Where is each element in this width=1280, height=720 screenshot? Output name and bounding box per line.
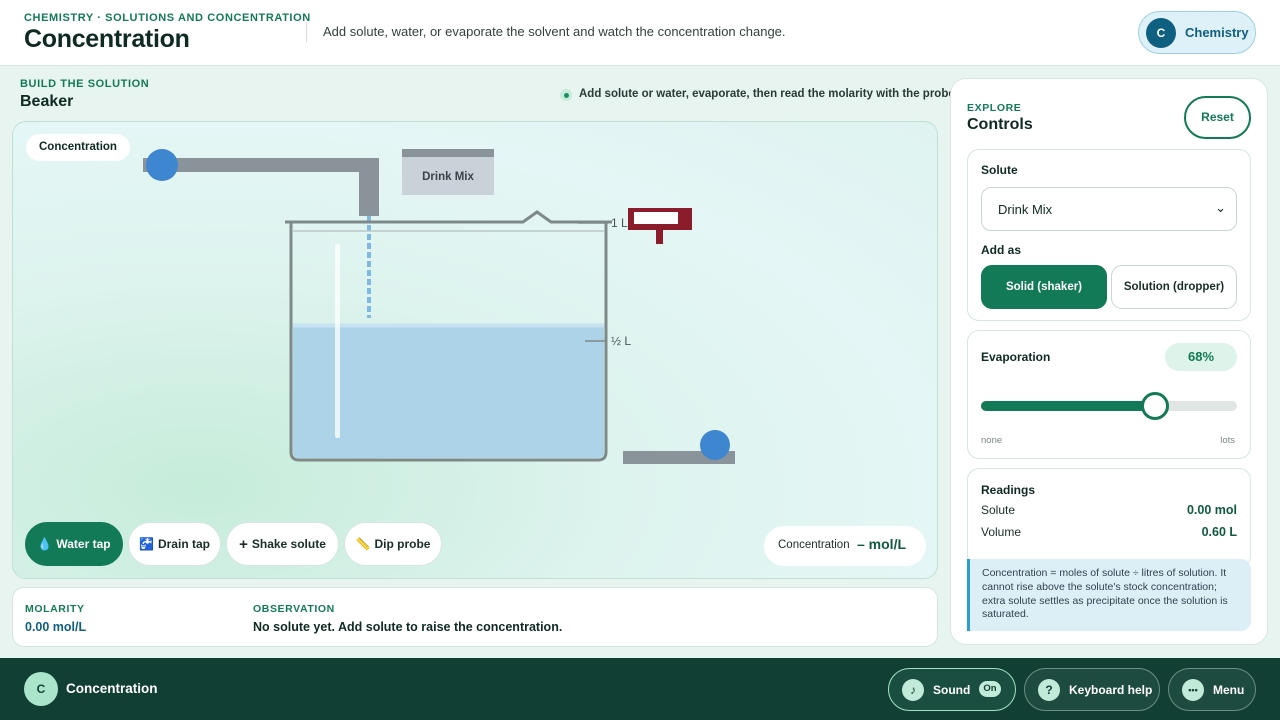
keyboard-help-button[interactable]: ? Keyboard help (1024, 668, 1160, 711)
footer-logo: C (24, 672, 58, 706)
help-icon: ? (1038, 679, 1060, 701)
evaporation-card: Evaporation 68% none lots (967, 330, 1251, 459)
dip-probe-button[interactable]: 📏 Dip probe (344, 522, 442, 566)
evaporation-value-badge: 68% (1165, 343, 1237, 371)
header-divider (306, 22, 307, 42)
observation-value: No solute yet. Add solute to raise the c… (253, 620, 563, 634)
shake-solute-button[interactable]: + Shake solute (226, 522, 339, 566)
keyboard-help-label: Keyboard help (1069, 683, 1153, 697)
simulation-stage[interactable]: Drink Mix 1 L ½ L Concentration 💧 Water … (12, 121, 938, 579)
water-tap-handle[interactable] (146, 149, 178, 181)
add-as-solid-button[interactable]: Solid (shaker) (981, 265, 1107, 309)
solute-shaker-label: Drink Mix (422, 171, 474, 183)
drain-tap-button-label: Drain tap (157, 537, 210, 551)
concentration-note: Concentration = moles of solute ÷ litres… (967, 559, 1251, 631)
reading-solute-label: Solute (981, 503, 1016, 517)
sound-toggle[interactable]: ♪ Sound On (888, 668, 1016, 711)
molarity-value: 0.00 mol/L (25, 620, 87, 634)
sound-state-badge: On (979, 681, 1001, 697)
reading-volume-label: Volume (981, 525, 1022, 539)
menu-label: Menu (1213, 683, 1245, 697)
shake-solute-button-label: Shake solute (251, 537, 326, 551)
solute-select[interactable]: Drink Mix ⌄ (981, 187, 1237, 231)
water-tap-button[interactable]: 💧 Water tap (25, 522, 123, 566)
faucet-icon: 🚰 (139, 537, 154, 551)
reset-button[interactable]: Reset (1184, 96, 1251, 139)
water-tap-pipe (143, 158, 379, 172)
reading-volume-value: 0.60 L (1201, 525, 1237, 539)
more-dots-icon: ••• (1182, 679, 1204, 701)
page-title: Concentration (24, 25, 190, 53)
drain-tap-handle[interactable] (700, 430, 730, 460)
evaporation-slider-fill (981, 401, 1156, 411)
solute-shaker-cap (402, 149, 494, 157)
workspace-title: Beaker (20, 93, 74, 110)
mark-1l-label: 1 L (611, 216, 628, 230)
evaporation-max-label: lots (1220, 435, 1235, 446)
evaporation-min-label: none (981, 435, 1003, 446)
solute-select-value: Drink Mix (998, 202, 1053, 217)
concentration-readout-value: – mol/L (857, 536, 907, 552)
evaporation-slider-thumb[interactable] (1141, 392, 1170, 420)
add-as-label: Add as (981, 243, 1022, 257)
beaker-rim (285, 210, 612, 224)
ruler-icon: 📏 (355, 537, 371, 551)
water-tap-spout (359, 158, 379, 216)
footer-title: Concentration (66, 681, 158, 696)
app-header: CHEMISTRY · SOLUTIONS AND CONCENTRATION … (0, 0, 1280, 66)
chevron-down-icon: ⌄ (1215, 200, 1226, 215)
page-subtitle: Add solute, water, or evaporate the solv… (323, 24, 786, 39)
reading-solute-value: 0.00 mol (1186, 503, 1237, 517)
probe-stem (656, 230, 663, 244)
hint-status-icon (560, 89, 572, 101)
workspace-kicker: BUILD THE SOLUTION (20, 78, 150, 90)
readings-card: Readings Solute 0.00 mol Volume 0.60 L (967, 468, 1251, 568)
header-kicker: CHEMISTRY · SOLUTIONS AND CONCENTRATION (24, 12, 311, 24)
subject-badge-icon: C (1146, 18, 1176, 48)
solute-card: Solute Drink Mix ⌄ Add as Solid (shaker)… (967, 149, 1251, 321)
dip-probe-button-label: Dip probe (374, 537, 431, 551)
controls-panel: EXPLORE Controls Reset Solute Drink Mix … (950, 78, 1268, 645)
workspace-hint: Add solute or water, evaporate, then rea… (579, 88, 958, 100)
sound-label: Sound (933, 683, 971, 697)
beaker-glare (335, 244, 340, 438)
plus-icon: + (239, 535, 248, 553)
subject-badge-label: Chemistry (1185, 25, 1249, 40)
add-as-solution-button[interactable]: Solution (dropper) (1111, 265, 1237, 309)
mark-half-label: ½ L (611, 334, 631, 348)
menu-button[interactable]: ••• Menu (1168, 668, 1256, 711)
status-card: MOLARITY 0.00 mol/L OBSERVATION No solut… (12, 587, 938, 647)
concentration-readout: Concentration – mol/L (764, 526, 926, 566)
music-note-icon: ♪ (902, 679, 924, 701)
solute-label: Solute (981, 163, 1018, 177)
panel-kicker: EXPLORE (967, 102, 1022, 114)
water-drop-icon: 💧 (37, 537, 53, 551)
molarity-label: MOLARITY (25, 603, 85, 615)
evaporation-label: Evaporation (981, 350, 1051, 364)
stage-label: Concentration (26, 134, 130, 161)
drain-tap-button[interactable]: 🚰 Drain tap (128, 522, 221, 566)
observation-label: OBSERVATION (253, 603, 335, 615)
subject-badge[interactable]: C Chemistry (1138, 11, 1256, 54)
evaporation-slider[interactable] (981, 392, 1237, 420)
beaker-scene: Drink Mix 1 L ½ L (143, 149, 735, 464)
water-tap-button-label: Water tap (56, 537, 111, 551)
probe-display (634, 212, 678, 224)
app-footer: C Concentration ♪ Sound On ? Keyboard he… (0, 658, 1280, 720)
readings-label: Readings (981, 483, 1036, 497)
panel-title: Controls (967, 116, 1033, 133)
concentration-readout-label: Concentration (778, 539, 850, 551)
